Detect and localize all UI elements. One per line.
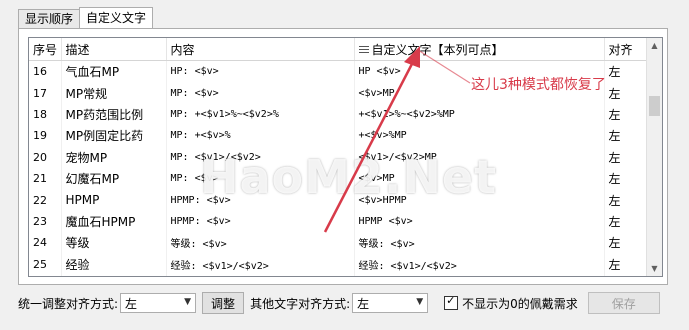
cell-custom-text[interactable]: +<$v1>%~<$v2>%MP [354,103,605,126]
cell-custom-text[interactable]: 经验: <$v1>/<$v2> [354,253,605,275]
tab-display-order[interactable]: 显示顺序 [18,9,81,28]
tab-custom-text[interactable]: 自定义文字 [79,7,154,28]
cell-description: 经验 [61,253,167,275]
sort-icon [358,45,369,55]
cell-custom-text[interactable]: 等级: <$v> [354,232,605,254]
cell-align: 左 [604,60,648,83]
table-row[interactable]: 18 MP药范围比例 MP: +<$v1>%~<$v2>% +<$v1>%~<$v2>… [29,103,648,126]
cell-align: 左 [604,125,648,147]
cell-index: 18 [29,103,62,126]
cell-description: 等级 [61,232,167,254]
tab-panel: 序号 描述 内容 自定义文字【本列可点】 对齐 16 气血石MP HP: <$v> H… [18,28,668,285]
cell-align: 左 [604,189,648,211]
cell-index: 16 [29,60,62,83]
cell-align: 左 [604,146,648,168]
table-row[interactable]: 19 MP例固定比药 MP: +<$v>% +<$v>%MP 左 [29,125,648,147]
chevron-down-icon: ▼ [184,297,192,307]
scrollbar-thumb[interactable] [649,96,660,116]
cell-description: MP药范围比例 [61,103,167,126]
cell-index: 26 [29,274,62,276]
cell-custom-text[interactable]: <$v>HPMP [354,189,605,211]
cell-index: 25 [29,253,62,275]
column-header-content[interactable]: 内容 [166,38,355,61]
cell-description: 内力药范围点 [61,274,167,276]
cell-description: 气血石MP [61,60,167,83]
cell-content: MP: <$v> [166,82,355,104]
cell-custom-text[interactable]: <$v1>/<$v2>MP [354,146,605,168]
scroll-down-icon[interactable]: ▼ [647,261,662,276]
column-header-index[interactable]: 序号 [29,38,62,61]
cell-index: 17 [29,82,62,104]
table-row[interactable]: 21 幻魔石MP MP: <$v> <$v>MP 左 [29,167,648,190]
cell-content: MP: +<$v>% [166,125,355,147]
scroll-up-icon[interactable]: ▲ [647,38,662,53]
cell-custom-text[interactable]: <$v>MP [354,167,605,190]
cell-description: HPMP [61,189,167,211]
unify-align-label: 统一调整对齐方式: [18,296,119,311]
cell-align: 左 [604,274,648,276]
cell-align: 左 [604,232,648,254]
vertical-scrollbar[interactable]: ▲ ▼ [646,38,662,276]
cell-content: MP: <$v> [166,167,355,190]
cell-custom-text[interactable]: +<$v1>~<$v2>点内力 [354,274,605,276]
table-row[interactable]: 26内力药范围点内力恢复: +<$v1>~<$v2>点+<$v1>~<$v2>点… [29,274,648,276]
hide-zero-checkbox-row[interactable]: 不显示为0的佩戴需求 [444,294,578,312]
cell-content: HP: <$v> [166,60,355,83]
annotation-text: 这儿3种模式都恢复了 [471,77,606,93]
cell-content: HPMP: <$v> [166,189,355,211]
cell-align: 左 [604,210,648,233]
cell-index: 22 [29,189,62,211]
cell-align: 左 [604,103,648,126]
table-row[interactable]: 25 经验 经验: <$v1>/<$v2> 经验: <$v1>/<$v2> 左 [29,253,648,275]
cell-content: MP: <$v1>/<$v2> [166,146,355,168]
bottom-toolbar: 统一调整对齐方式: 左 ▼ 调整 其他文字对齐方式: 左 ▼ 不显示为0的佩戴需… [18,292,660,314]
table-row[interactable]: 20 宠物MP MP: <$v1>/<$v2> <$v1>/<$v2>MP 左 [29,146,648,168]
cell-index: 19 [29,125,62,147]
chevron-down-icon: ▼ [416,297,424,307]
column-header-align[interactable]: 对齐 [604,38,648,61]
tab-strip: 显示顺序 自定义文字 [18,7,154,28]
cell-content: 经验: <$v1>/<$v2> [166,253,355,275]
unify-align-select[interactable]: 左 ▼ [120,293,197,313]
cell-custom-text[interactable]: +<$v>%MP [354,125,605,147]
cell-content: 等级: <$v> [166,232,355,254]
cell-content: MP: +<$v1>%~<$v2>% [166,103,355,126]
cell-index: 23 [29,210,62,233]
column-header-description[interactable]: 描述 [61,38,167,61]
hide-zero-checkbox-label: 不显示为0的佩戴需求 [462,296,578,311]
cell-index: 20 [29,146,62,168]
cell-align: 左 [604,167,648,190]
other-align-label: 其他文字对齐方式: [250,296,351,311]
cell-description: 魔血石HPMP [61,210,167,233]
checkbox-icon[interactable] [444,294,459,310]
cell-content: HPMP: <$v> [166,210,355,233]
table-row[interactable]: 23 魔血石HPMP HPMP: <$v> HPMP <$v> 左 [29,210,648,233]
cell-description: 宠物MP [61,146,167,168]
table-row[interactable]: 22 HPMP HPMP: <$v> <$v>HPMP 左 [29,189,648,211]
cell-description: MP例固定比药 [61,125,167,147]
custom-text-grid[interactable]: 序号 描述 内容 自定义文字【本列可点】 对齐 16 气血石MP HP: <$v> H… [28,37,663,277]
table-header-row: 序号 描述 内容 自定义文字【本列可点】 对齐 [29,38,648,61]
cell-index: 21 [29,167,62,190]
unify-align-value: 左 [125,296,138,311]
other-align-value: 左 [357,296,370,311]
other-align-select[interactable]: 左 ▼ [352,293,429,313]
column-header-custom-text-label: 自定义文字【本列可点】 [371,42,504,57]
cell-description: MP常规 [61,82,167,104]
cell-description: 幻魔石MP [61,167,167,190]
cell-custom-text[interactable]: HPMP <$v> [354,210,605,233]
adjust-button[interactable]: 调整 [202,292,245,314]
table-row[interactable]: 24 等级 等级: <$v> 等级: <$v> 左 [29,232,648,254]
cell-align: 左 [604,82,648,104]
cell-align: 左 [604,253,648,275]
column-header-custom-text[interactable]: 自定义文字【本列可点】 [354,38,605,61]
save-button[interactable]: 保存 [587,292,660,314]
cell-content: 内力恢复: +<$v1>~<$v2>点 [166,274,355,276]
cell-index: 24 [29,232,62,254]
